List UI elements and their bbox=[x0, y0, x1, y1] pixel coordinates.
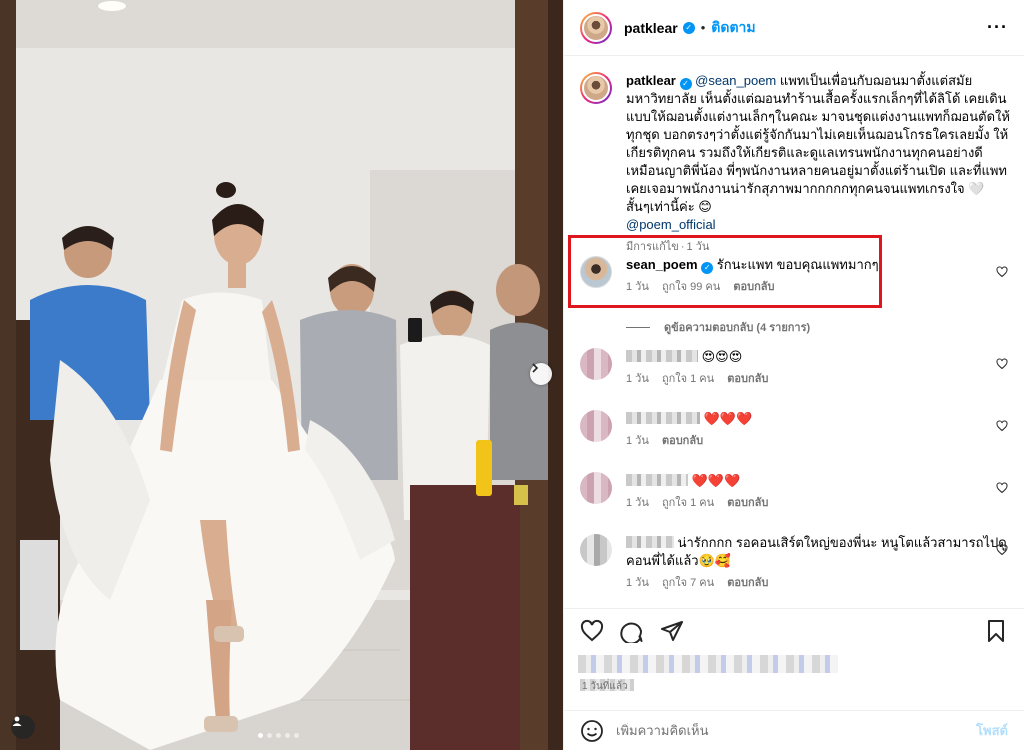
likes-summary-blurred[interactable] bbox=[578, 655, 838, 673]
more-horizontal-icon[interactable]: ··· bbox=[987, 17, 1008, 38]
reply-button[interactable]: ตอบกลับ bbox=[727, 577, 768, 589]
comment-username-blurred[interactable] bbox=[626, 536, 674, 548]
post-side-panel: patklear ✓ • ติดตาม ··· patklear ✓ @sean… bbox=[563, 0, 1024, 750]
comment-row: ❤️❤️❤️ 1 วัน ตอบกลับ bbox=[580, 410, 1010, 450]
comment-time[interactable]: 1 วัน bbox=[626, 435, 649, 447]
add-comment-bar: โพสต์ bbox=[564, 710, 1024, 750]
commenter-avatar[interactable] bbox=[580, 410, 612, 442]
next-photo-button[interactable] bbox=[530, 363, 552, 385]
caption-username[interactable]: patklear bbox=[626, 73, 676, 88]
meta-dot: · bbox=[680, 241, 685, 253]
reply-button[interactable]: ตอบกลับ bbox=[662, 435, 703, 447]
comment-likes[interactable]: ถูกใจ 7 คน bbox=[662, 577, 714, 589]
commenter-avatar[interactable] bbox=[580, 256, 612, 288]
comment-row: 😍😍😍 1 วัน ถูกใจ 1 คน ตอบกลับ bbox=[580, 348, 1010, 388]
commenter-avatar[interactable] bbox=[580, 472, 612, 504]
carousel-dot bbox=[276, 733, 281, 738]
post-actions: 1 วันที่แล้ว bbox=[564, 608, 1024, 710]
post-photo bbox=[0, 0, 563, 750]
caption-meta: มีการแก้ไข · 1 วัน bbox=[626, 238, 1010, 256]
comment-row: น่ารักกกก รอคอนเสิร์ตใหญ่ของพี่นะ หนูโตแ… bbox=[580, 534, 1010, 592]
view-replies-button[interactable]: ดูข้อความตอบกลับ (4 รายการ) bbox=[626, 318, 810, 336]
comment-meta: 1 วัน ถูกใจ 99 คน ตอบกลับ bbox=[626, 278, 1010, 296]
comment-text: ❤️❤️❤️ bbox=[691, 473, 741, 488]
carousel-dot bbox=[294, 733, 299, 738]
post-time[interactable]: 1 วันที่แล้ว bbox=[582, 679, 628, 694]
post-comment-button[interactable]: โพสต์ bbox=[976, 720, 1008, 741]
comment-time[interactable]: 1 วัน bbox=[626, 373, 649, 385]
verified-badge-icon: ✓ bbox=[682, 21, 695, 34]
comments-list[interactable]: patklear ✓ @sean_poem แพทเป็นเพื่อนกับฌอ… bbox=[564, 56, 1024, 608]
heart-icon[interactable] bbox=[580, 619, 604, 643]
chevron-right-icon bbox=[532, 363, 539, 373]
comment-text: ❤️❤️❤️ bbox=[703, 411, 753, 426]
comment-meta: 1 วัน ถูกใจ 1 คน ตอบกลับ bbox=[626, 494, 1010, 512]
reply-button[interactable]: ตอบกลับ bbox=[727, 497, 768, 509]
comment-row: ❤️❤️❤️ 1 วัน ถูกใจ 1 คน ตอบกลับ bbox=[580, 472, 1010, 512]
comment-text: 😍😍😍 bbox=[701, 349, 743, 364]
comment-meta: 1 วัน ตอบกลับ bbox=[626, 432, 1010, 450]
caption-mention-link[interactable]: @sean_poem bbox=[695, 73, 776, 88]
comment-username-blurred[interactable] bbox=[626, 474, 688, 486]
comment-username-blurred[interactable] bbox=[626, 350, 698, 362]
caption-time[interactable]: 1 วัน bbox=[686, 241, 709, 253]
comment-time[interactable]: 1 วัน bbox=[626, 281, 649, 293]
post-caption: patklear ✓ @sean_poem แพทเป็นเพื่อนกับฌอ… bbox=[580, 72, 1010, 256]
comment-meta: 1 วัน ถูกใจ 1 คน ตอบกลับ bbox=[626, 370, 1010, 388]
carousel-dot bbox=[285, 733, 290, 738]
replies-line bbox=[626, 326, 650, 328]
comment-icon[interactable] bbox=[620, 619, 644, 643]
comment-input[interactable] bbox=[616, 723, 977, 738]
reply-button[interactable]: ตอบกลับ bbox=[727, 373, 768, 385]
follow-button[interactable]: ติดตาม bbox=[711, 17, 755, 39]
post-media[interactable] bbox=[0, 0, 563, 750]
carousel-dots bbox=[258, 733, 299, 738]
comment-text: น่ารักกกก รอคอนเสิร์ตใหญ่ของพี่นะ หนูโตแ… bbox=[626, 535, 1007, 568]
user-icon bbox=[12, 716, 22, 726]
carousel-dot bbox=[267, 733, 272, 738]
comment-time[interactable]: 1 วัน bbox=[626, 577, 649, 589]
comment-username-blurred[interactable] bbox=[626, 412, 700, 424]
action-icons bbox=[580, 619, 684, 643]
commenter-avatar[interactable] bbox=[580, 534, 612, 566]
separator-dot: • bbox=[700, 20, 706, 35]
comment-heart-icon[interactable] bbox=[996, 544, 1008, 556]
comment-username[interactable]: sean_poem bbox=[626, 257, 698, 272]
tagged-users-button[interactable] bbox=[11, 715, 35, 739]
comment-meta: 1 วัน ถูกใจ 7 คน ตอบกลับ bbox=[626, 574, 1010, 592]
author-username[interactable]: patklear bbox=[624, 20, 678, 36]
reply-button[interactable]: ตอบกลับ bbox=[733, 281, 774, 293]
comment-heart-icon[interactable] bbox=[996, 482, 1008, 494]
verified-badge-icon: ✓ bbox=[701, 262, 714, 274]
bookmark-icon[interactable] bbox=[984, 619, 1008, 643]
post-header: patklear ✓ • ติดตาม ··· bbox=[564, 0, 1024, 56]
author-avatar[interactable] bbox=[580, 11, 612, 44]
comment-likes[interactable]: ถูกใจ 99 คน bbox=[662, 281, 720, 293]
caption-text: แพทเป็นเพื่อนกับฌอนมาตั้งแต่สมัยมหาวิทยา… bbox=[626, 73, 1010, 214]
share-icon[interactable] bbox=[660, 619, 684, 643]
comment-row: sean_poem ✓ รักนะแพท ขอบคุณแพทมากๆ 1 วัน… bbox=[580, 256, 1010, 296]
carousel-dot bbox=[258, 733, 263, 738]
caption-tag-link[interactable]: @poem_official bbox=[626, 217, 716, 232]
caption-edited: มีการแก้ไข bbox=[626, 241, 679, 253]
comment-heart-icon[interactable] bbox=[996, 420, 1008, 432]
verified-badge-icon: ✓ bbox=[679, 78, 692, 90]
caption-avatar[interactable] bbox=[580, 72, 612, 104]
emoji-icon[interactable] bbox=[580, 719, 604, 743]
view-replies-label: ดูข้อความตอบกลับ (4 รายการ) bbox=[664, 322, 811, 334]
comment-likes[interactable]: ถูกใจ 1 คน bbox=[662, 497, 714, 509]
comment-likes[interactable]: ถูกใจ 1 คน bbox=[662, 373, 714, 385]
comment-text: รักนะแพท ขอบคุณแพทมากๆ bbox=[716, 257, 879, 272]
comment-time[interactable]: 1 วัน bbox=[626, 497, 649, 509]
comment-heart-icon[interactable] bbox=[996, 358, 1008, 370]
commenter-avatar[interactable] bbox=[580, 348, 612, 380]
comment-heart-icon[interactable] bbox=[996, 266, 1008, 278]
